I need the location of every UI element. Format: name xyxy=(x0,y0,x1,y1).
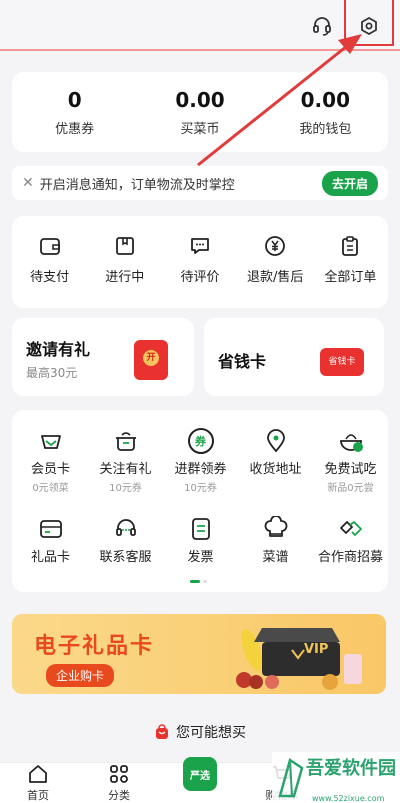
location-pin-icon xyxy=(266,429,285,453)
pot-icon xyxy=(115,432,136,451)
notification-bar: ✕ 开启消息通知，订单物流及时掌控 去开启 xyxy=(12,166,388,200)
service-label: 会员卡 xyxy=(30,462,70,477)
shopping-bag-icon xyxy=(156,724,168,739)
selection-badge: 严选 xyxy=(183,757,217,791)
yuan-icon xyxy=(265,236,286,256)
home-icon xyxy=(29,765,47,783)
save-card[interactable]: 省钱卡 省钱卡 xyxy=(204,318,384,396)
red-envelope-icon: 开 xyxy=(134,340,168,380)
save-card-icon: 省钱卡 xyxy=(320,348,364,376)
service-sublabel: 10元券 xyxy=(184,483,217,494)
order-pending-payment[interactable]: 待支付 xyxy=(12,216,87,308)
tab-selection[interactable]: 严选 xyxy=(170,757,230,791)
service-invoice[interactable]: 发票 xyxy=(163,516,238,565)
invoice-icon xyxy=(191,518,210,540)
service-label: 进群领券 xyxy=(174,462,227,477)
services-card: 会员卡 0元领菜 关注有礼 10元券 券 进群领券 10元券 收货地址 免费试吃… xyxy=(12,410,388,592)
service-recipes[interactable]: 菜谱 xyxy=(238,516,313,565)
tab-category[interactable]: 分类 xyxy=(89,763,149,803)
service-label: 关注有礼 xyxy=(99,462,152,477)
enable-notification-button[interactable]: 去开启 xyxy=(321,170,378,196)
page-dot-active xyxy=(190,580,200,583)
page-indicator xyxy=(190,580,207,583)
vip-label: VIP xyxy=(304,642,329,657)
service-label: 联系客服 xyxy=(99,550,152,565)
clipboard-icon xyxy=(342,236,359,256)
gift-card-banner[interactable]: 电子礼品卡 企业购卡 VIP xyxy=(12,614,386,694)
headset-icon xyxy=(115,519,136,536)
service-label: 发票 xyxy=(187,550,214,565)
watermark-title: 吾爱软件园 xyxy=(306,758,396,779)
chef-hat-icon xyxy=(264,516,287,537)
order-to-review[interactable]: 待评价 xyxy=(162,216,237,308)
box-icon xyxy=(115,237,134,255)
recommend-header: 您可能想买 xyxy=(0,722,400,742)
service-follow-gift[interactable]: 关注有礼 10元券 xyxy=(88,428,163,494)
service-sublabel: 0元领菜 xyxy=(32,483,69,494)
order-in-progress[interactable]: 进行中 xyxy=(87,216,162,308)
order-label: 待支付 xyxy=(30,270,70,285)
save-card-title: 省钱卡 xyxy=(218,352,267,371)
service-label: 合作商招募 xyxy=(317,550,383,565)
tab-label: 分类 xyxy=(108,789,130,802)
order-label: 进行中 xyxy=(105,270,145,285)
recommend-title: 您可能想买 xyxy=(176,725,246,741)
service-partner[interactable]: 合作商招募 xyxy=(313,516,388,565)
tab-home[interactable]: 首页 xyxy=(8,763,68,803)
envelope-open-text: 开 xyxy=(143,350,159,366)
coupon-icon: 券 xyxy=(187,428,214,454)
tab-label: 首页 xyxy=(27,789,49,802)
service-label: 收货地址 xyxy=(249,462,302,477)
service-label: 菜谱 xyxy=(262,550,289,565)
watermark-url: www.52zixue.com xyxy=(312,794,385,803)
page-dot xyxy=(203,580,207,583)
banner-title: 电子礼品卡 xyxy=(34,634,155,659)
order-label: 退款/售后 xyxy=(247,270,304,285)
comment-icon xyxy=(191,238,209,254)
order-label: 全部订单 xyxy=(324,270,377,285)
enterprise-buy-button[interactable]: 企业购卡 xyxy=(46,664,115,687)
free-bowl-icon xyxy=(339,434,363,452)
invite-subtitle: 最高30元 xyxy=(26,366,78,380)
service-address[interactable]: 收货地址 xyxy=(238,428,313,479)
order-refund[interactable]: 退款/售后 xyxy=(238,216,313,308)
basket-icon xyxy=(40,435,61,449)
service-label: 免费试吃 xyxy=(324,462,377,477)
leaf-logo-icon xyxy=(278,758,304,798)
service-sublabel: 新品0元尝 xyxy=(327,483,374,494)
notification-text: 开启消息通知，订单物流及时掌控 xyxy=(39,177,235,193)
service-join-group[interactable]: 券 进群领券 10元券 xyxy=(163,428,238,494)
wallet-icon xyxy=(39,238,60,255)
grid-icon xyxy=(110,765,128,783)
service-free-trial[interactable]: 免费试吃 新品0元尝 xyxy=(313,428,388,494)
service-customer-service[interactable]: 联系客服 xyxy=(88,516,163,565)
handshake-icon xyxy=(339,521,362,536)
order-all[interactable]: 全部订单 xyxy=(313,216,388,308)
service-gift-card[interactable]: 礼品卡 xyxy=(13,516,88,565)
site-watermark: 吾爱软件园 www.52zixue.com xyxy=(272,752,400,803)
invite-title: 邀请有礼 xyxy=(26,340,91,359)
orders-card: 待支付 进行中 待评价 退款/售后 全部订单 xyxy=(12,216,388,308)
close-icon[interactable]: ✕ xyxy=(22,175,34,191)
service-member-card[interactable]: 会员卡 0元领菜 xyxy=(13,428,88,494)
gift-card-icon xyxy=(39,520,62,538)
order-label: 待评价 xyxy=(180,270,220,285)
service-sublabel: 10元券 xyxy=(109,483,142,494)
service-label: 礼品卡 xyxy=(30,550,70,565)
invite-card[interactable]: 邀请有礼 最高30元 开 xyxy=(12,318,194,396)
